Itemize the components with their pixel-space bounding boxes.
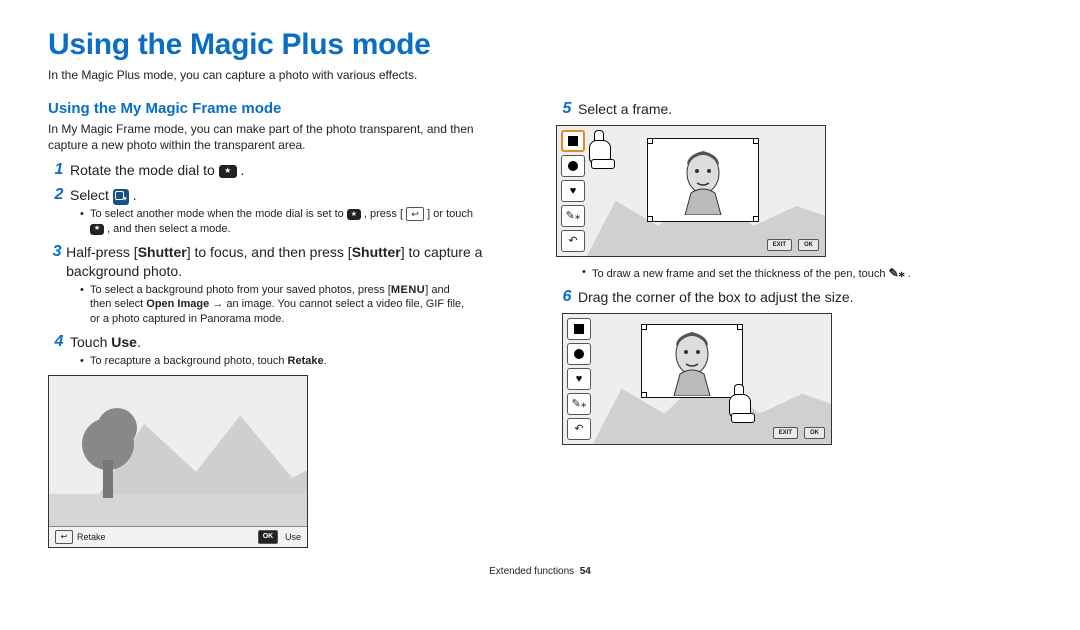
touch-hand-icon bbox=[725, 386, 753, 420]
magic-frame-icon bbox=[113, 189, 129, 205]
resize-handle[interactable] bbox=[737, 324, 743, 330]
mode-dial-icon: ★ bbox=[90, 224, 104, 235]
resize-handle[interactable] bbox=[647, 216, 653, 222]
touch-hand-icon bbox=[585, 132, 613, 166]
left-column: Using the My Magic Frame mode In My Magi… bbox=[48, 94, 508, 548]
page-title: Using the Magic Plus mode bbox=[48, 28, 1032, 62]
note-line: To select a background photo from your s… bbox=[90, 283, 450, 298]
step-number: 6 bbox=[556, 288, 578, 306]
step-4: 4 Touch Use. bbox=[48, 333, 508, 352]
ok-button[interactable]: OK bbox=[804, 427, 825, 439]
face-illustration bbox=[673, 145, 733, 215]
resize-handle[interactable] bbox=[753, 216, 759, 222]
step-text: Select a frame. bbox=[578, 100, 672, 119]
figure-background-photo: ↩ Retake OK Use bbox=[48, 375, 308, 548]
step-number: 3 bbox=[48, 243, 66, 261]
step-number: 2 bbox=[48, 186, 70, 204]
step-1: 1 Rotate the mode dial to ★ . bbox=[48, 161, 508, 180]
page-footer: Extended functions 54 bbox=[48, 566, 1032, 577]
note-line: To select another mode when the mode dia… bbox=[90, 207, 473, 222]
tree-icon bbox=[97, 408, 137, 448]
ground-shape bbox=[49, 494, 307, 526]
use-label: Use bbox=[285, 532, 301, 542]
resize-handle[interactable] bbox=[641, 392, 647, 398]
circle-frame-button[interactable] bbox=[561, 155, 585, 177]
step-3: 3 Half-press [Shutter] to focus, and the… bbox=[48, 243, 508, 281]
ok-key-icon: OK bbox=[258, 530, 278, 544]
frame-box[interactable] bbox=[647, 138, 759, 222]
illustration-scene bbox=[49, 376, 307, 526]
square-frame-button[interactable] bbox=[567, 318, 591, 340]
retake-button[interactable]: ↩ Retake bbox=[49, 530, 112, 544]
menu-key-label: MENU bbox=[391, 283, 425, 298]
frame-shape-toolbar: ♥ ✎⁎ ↶ bbox=[567, 318, 595, 440]
note-line: or a photo captured in Panorama mode. bbox=[90, 312, 284, 327]
manual-page: Using the Magic Plus mode In the Magic P… bbox=[0, 0, 1080, 601]
text: . bbox=[133, 187, 137, 203]
two-column-layout: Using the My Magic Frame mode In My Magi… bbox=[48, 94, 1032, 548]
undo-button[interactable]: ↶ bbox=[561, 230, 585, 252]
resize-handle[interactable] bbox=[647, 138, 653, 144]
back-key-icon: ↩ bbox=[55, 530, 73, 544]
tree-trunk bbox=[103, 460, 113, 498]
pen-draw-icon: ✎⁎ bbox=[889, 266, 905, 280]
footer-page-number: 54 bbox=[580, 566, 591, 577]
face-illustration bbox=[662, 326, 722, 396]
step-5: 5 Select a frame. bbox=[556, 100, 1016, 119]
illustration-scene: ♥ ✎⁎ ↶ bbox=[557, 126, 825, 256]
section-description: In My Magic Frame mode, you can make par… bbox=[48, 121, 508, 153]
section-subtitle: Using the My Magic Frame mode bbox=[48, 100, 508, 117]
step-6: 6 Drag the corner of the box to adjust t… bbox=[556, 288, 1016, 307]
step-2: 2 Select . bbox=[48, 186, 508, 205]
heart-frame-button[interactable]: ♥ bbox=[561, 180, 585, 202]
step-number: 4 bbox=[48, 333, 70, 351]
retake-label: Retake bbox=[77, 532, 106, 542]
step-number: 5 bbox=[556, 100, 578, 118]
page-intro: In the Magic Plus mode, you can capture … bbox=[48, 68, 1032, 82]
illustration-scene: ♥ ✎⁎ ↶ bbox=[563, 314, 831, 444]
use-button[interactable]: OK Use bbox=[252, 530, 307, 544]
figure-action-bar: EXIT OK bbox=[767, 239, 819, 251]
step-5-notes: • To draw a new frame and set the thickn… bbox=[582, 265, 1016, 282]
mode-dial-icon: ★ bbox=[347, 209, 361, 220]
step-number: 1 bbox=[48, 161, 70, 179]
step-2-notes: • To select another mode when the mode d… bbox=[80, 207, 508, 237]
exit-button[interactable]: EXIT bbox=[767, 239, 792, 251]
note-line: then select Open Image → an image. You c… bbox=[90, 297, 464, 312]
footer-section: Extended functions bbox=[489, 566, 574, 577]
undo-button[interactable]: ↶ bbox=[567, 418, 591, 440]
step-4-notes: • To recapture a background photo, touch… bbox=[80, 354, 508, 369]
circle-frame-button[interactable] bbox=[567, 343, 591, 365]
text: Rotate the mode dial to bbox=[70, 162, 219, 178]
note-line: To recapture a background photo, touch R… bbox=[90, 354, 327, 369]
ok-button[interactable]: OK bbox=[798, 239, 819, 251]
figure-action-bar: EXIT OK bbox=[773, 427, 825, 439]
note-line: To draw a new frame and set the thicknes… bbox=[592, 265, 911, 282]
text: Select bbox=[70, 187, 113, 203]
resize-handle[interactable] bbox=[753, 138, 759, 144]
exit-button[interactable]: EXIT bbox=[773, 427, 798, 439]
heart-frame-button[interactable]: ♥ bbox=[567, 368, 591, 390]
resize-handle[interactable] bbox=[641, 324, 647, 330]
step-3-notes: • To select a background photo from your… bbox=[80, 283, 508, 328]
mode-dial-icon: ★ bbox=[219, 165, 237, 178]
step-text: Half-press [Shutter] to focus, and then … bbox=[66, 243, 508, 281]
back-key-icon: ↩ bbox=[406, 207, 424, 221]
figure-select-frame: ♥ ✎⁎ ↶ bbox=[556, 125, 826, 257]
step-text: Touch Use. bbox=[70, 333, 141, 352]
draw-frame-button[interactable]: ✎⁎ bbox=[567, 393, 591, 415]
text: . bbox=[241, 162, 245, 178]
draw-frame-button[interactable]: ✎⁎ bbox=[561, 205, 585, 227]
figure-adjust-size: ♥ ✎⁎ ↶ bbox=[562, 313, 832, 445]
square-frame-button[interactable] bbox=[561, 130, 585, 152]
step-text: Rotate the mode dial to ★ . bbox=[70, 161, 244, 180]
step-text: Select . bbox=[70, 186, 137, 205]
figure-bottom-bar: ↩ Retake OK Use bbox=[49, 526, 307, 547]
right-column: 5 Select a frame. ♥ ✎⁎ ↶ bbox=[556, 94, 1016, 548]
note-line: ★ , and then select a mode. bbox=[90, 222, 231, 237]
step-text: Drag the corner of the box to adjust the… bbox=[578, 288, 854, 307]
